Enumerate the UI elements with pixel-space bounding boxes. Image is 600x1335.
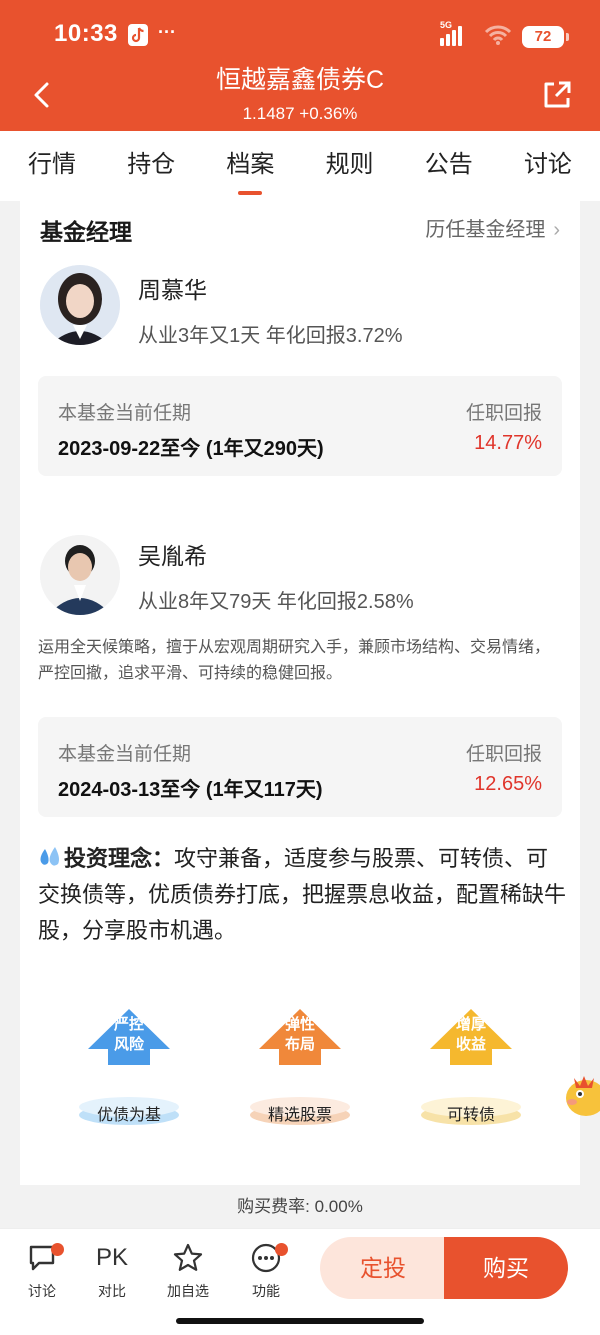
status-more-icon: ···	[158, 22, 176, 42]
arrow-inner-text: 严控风险	[113, 1016, 144, 1053]
wifi-icon	[484, 24, 512, 46]
strategy-arrow-blue: 严控风险 优债为基	[74, 1007, 184, 1127]
home-indicator	[176, 1318, 424, 1324]
manager-description: 运用全天候策略，擅于从宏观周期研究入手，兼顾市场结构、交易情绪，严控回撤，追求平…	[38, 639, 551, 682]
arrow-inner-text: 增厚收益	[455, 1016, 486, 1053]
arrow-caption: 优债为基	[96, 1107, 161, 1124]
tenure-box: 本基金当前任期 任职回报 2024-03-13至今 (1年又117天) 12.6…	[38, 717, 562, 817]
tenure-box: 本基金当前任期 任职回报 2023-09-22至今 (1年又290天) 14.7…	[38, 376, 562, 476]
tenure-period: 2023-09-22至今 (1年又290天)	[58, 438, 324, 460]
status-time: 10:33	[54, 20, 118, 47]
tab-rules[interactable]: 规则	[312, 131, 388, 201]
bottom-nav-functions[interactable]: 功能	[236, 1239, 296, 1301]
fund-title: 恒越嘉鑫债券C	[215, 66, 385, 94]
avatar[interactable]	[40, 535, 120, 615]
tenure-return: 12.65%	[474, 773, 542, 795]
share-button[interactable]	[540, 78, 574, 112]
mascot-icon[interactable]	[562, 1066, 600, 1122]
tenure-return: 14.77%	[474, 432, 542, 454]
manager-stat: 从业8年又79天 年化回报2.58%	[138, 591, 414, 613]
pk-icon: PK	[95, 1244, 128, 1271]
tenure-label: 本基金当前任期	[58, 744, 192, 765]
tab-bar: 行情 持仓 档案 规则 公告 讨论	[0, 131, 600, 201]
tiktok-icon	[128, 24, 148, 46]
manager-card: 基金经理 历任基金经理 › 周慕华 从业3年又1天 年化回报3.72% 本基金当前…	[20, 201, 580, 1185]
bottom-nav-discuss[interactable]: 讨论	[12, 1239, 72, 1301]
history-managers-link[interactable]: 历任基金经理 ›	[425, 213, 560, 242]
notification-dot	[275, 1243, 288, 1256]
arrow-caption: 可转债	[446, 1107, 495, 1124]
bottom-nav-watchlist[interactable]: 加自选	[158, 1239, 218, 1301]
arrow-inner-text: 弹性布局	[284, 1016, 315, 1053]
tenure-label: 本基金当前任期	[58, 403, 192, 424]
battery-indicator: 72	[522, 26, 569, 48]
auto-invest-button[interactable]: 定投	[320, 1237, 446, 1299]
manager-name[interactable]: 周慕华	[138, 271, 207, 305]
return-label: 任职回报	[465, 403, 542, 424]
buy-button[interactable]: 购买	[444, 1237, 568, 1299]
chevron-right-icon: ›	[553, 219, 560, 241]
avatar[interactable]	[40, 265, 120, 345]
manager-name[interactable]: 吴胤希	[138, 537, 207, 571]
investment-philosophy: 投资理念：攻守兼备，适度参与股票、可转债、可交换债等，优质债券打底，把握票息收益…	[38, 841, 566, 949]
strategy-arrow-orange: 弹性布局 精选股票	[245, 1007, 355, 1127]
tab-discussion[interactable]: 讨论	[510, 131, 586, 201]
tab-holdings[interactable]: 持仓	[113, 131, 189, 201]
more-icon	[236, 1239, 296, 1277]
tab-announcements[interactable]: 公告	[411, 131, 487, 201]
discuss-icon	[12, 1239, 72, 1277]
tab-profile[interactable]: 档案	[212, 131, 288, 201]
star-icon	[158, 1239, 218, 1277]
fund-nav-change: 1.1487 +0.36%	[242, 104, 358, 123]
return-label: 任职回报	[465, 744, 542, 765]
header-bar: 10:33 ··· 5G 72 恒越嘉鑫债券C 1.1487 +0.36%	[0, 0, 600, 131]
share-icon	[544, 81, 571, 108]
tenure-period: 2024-03-13至今 (1年又117天)	[58, 779, 323, 801]
notification-dot	[51, 1243, 64, 1256]
manager-stat: 从业3年又1天 年化回报3.72%	[138, 325, 403, 347]
tab-quotes[interactable]: 行情	[14, 131, 90, 201]
strategy-arrow-yellow: 增厚收益 可转债	[416, 1007, 526, 1127]
bottom-nav-compare[interactable]: PK 对比	[82, 1239, 142, 1301]
arrow-caption: 精选股票	[267, 1107, 332, 1124]
drops-icon	[38, 844, 64, 868]
purchase-fee: 购买费率: 0.00%	[237, 1197, 363, 1216]
philosophy-label: 投资理念：	[64, 846, 175, 871]
section-title: 基金经理	[40, 219, 132, 245]
cellular-signal-icon: 5G	[440, 20, 462, 46]
